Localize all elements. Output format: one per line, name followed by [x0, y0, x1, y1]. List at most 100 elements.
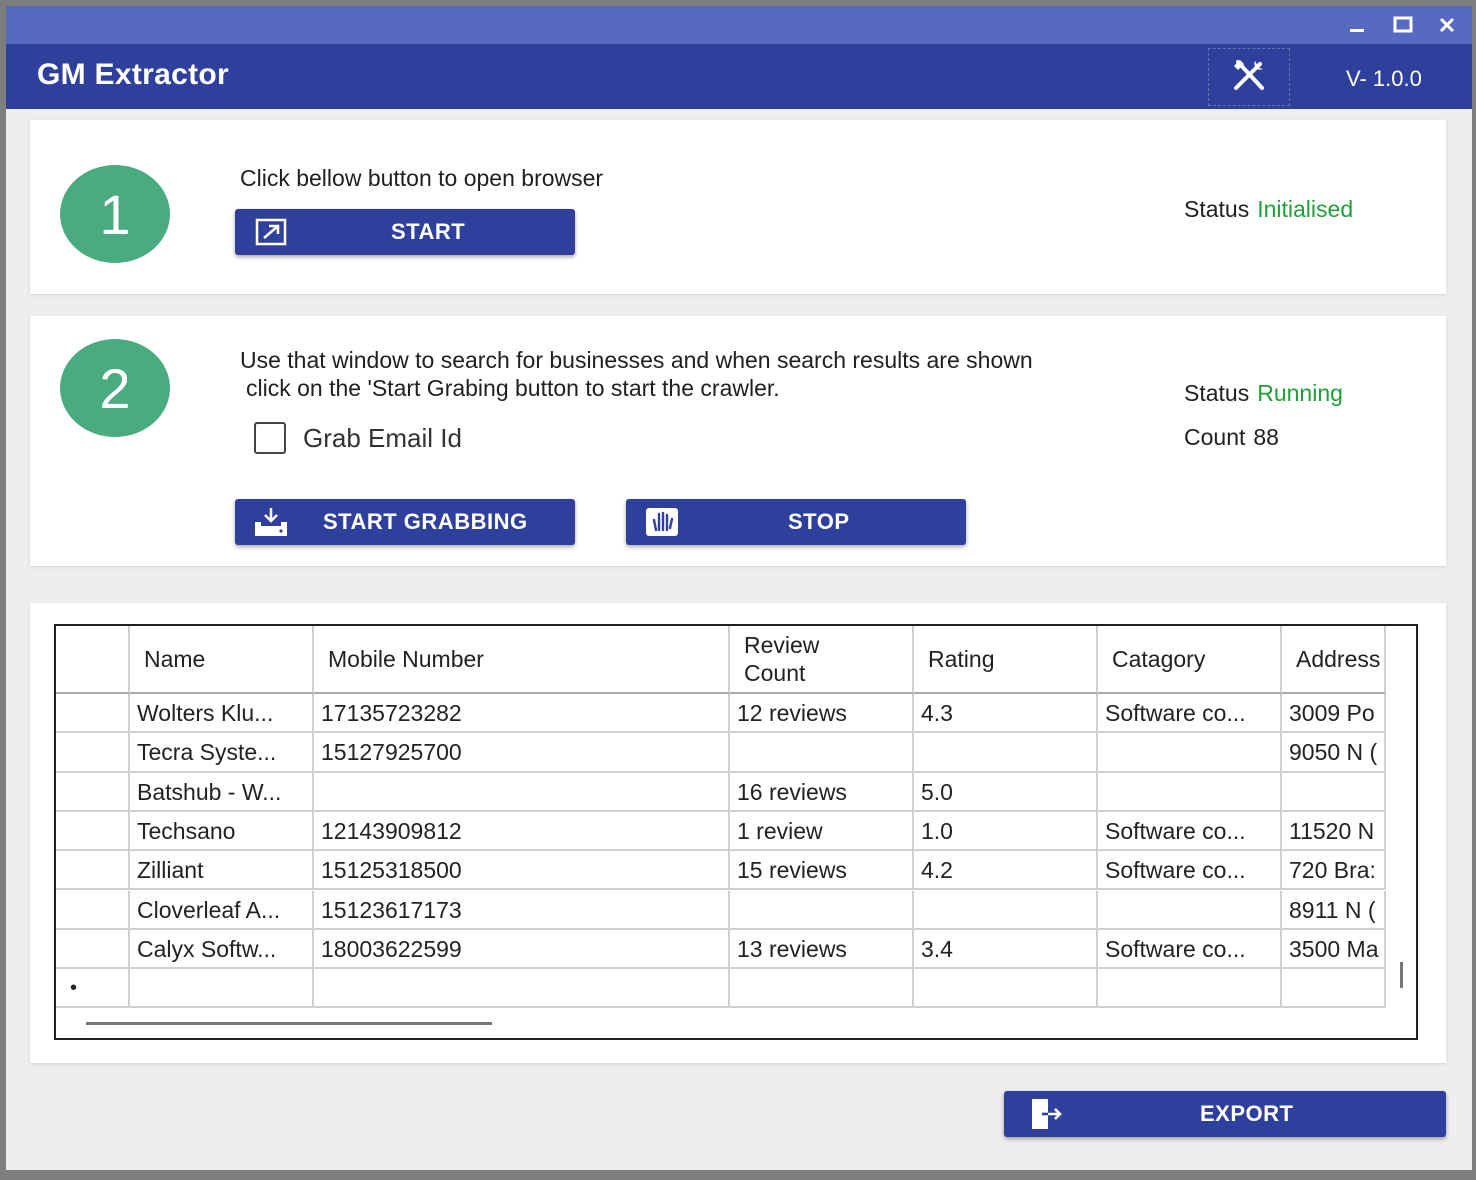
settings-button[interactable]: [1208, 48, 1290, 106]
cell-category[interactable]: Software co...: [1098, 811, 1282, 852]
window-title-bar: [6, 6, 1472, 44]
export-icon: [1026, 1099, 1066, 1129]
cell-category[interactable]: Software co...: [1098, 851, 1282, 891]
cell-row-header[interactable]: [56, 811, 130, 852]
table-row[interactable]: Tecra Syste... 15127925700 9050 N (: [56, 733, 1386, 773]
cell-rating[interactable]: [914, 969, 1098, 1009]
step1-status-value: Initialised: [1257, 196, 1354, 222]
cell-review-count[interactable]: 16 reviews: [730, 772, 914, 812]
table-row[interactable]: Wolters Klu... 17135723282 12 reviews 4.3 So…: [56, 694, 1386, 734]
start-grabbing-button[interactable]: START GRABBING: [235, 499, 575, 545]
cell-name[interactable]: Batshub - W...: [130, 772, 314, 812]
cell-mobile-number[interactable]: 15127925700: [314, 733, 730, 773]
cell-address[interactable]: 8911 N (: [1282, 890, 1386, 930]
cell-category[interactable]: [1098, 969, 1282, 1009]
cell-name[interactable]: Tecra Syste...: [130, 733, 314, 773]
cell-review-count[interactable]: [730, 890, 914, 930]
cell-review-count[interactable]: 15 reviews: [730, 851, 914, 891]
cell-mobile-number[interactable]: 17135723282: [314, 694, 730, 734]
cell-row-header[interactable]: [56, 929, 130, 970]
cell-rating[interactable]: 1.0: [914, 811, 1098, 852]
maximize-icon[interactable]: [1388, 10, 1418, 40]
cell-address[interactable]: [1282, 969, 1386, 1009]
cell-name[interactable]: [130, 969, 314, 1009]
cell-mobile-number[interactable]: 12143909812: [314, 811, 730, 852]
cell-review-count[interactable]: 13 reviews: [730, 929, 914, 970]
cell-mobile-number[interactable]: 18003622599: [314, 929, 730, 970]
cell-rating[interactable]: 3.4: [914, 929, 1098, 970]
vertical-scrollbar[interactable]: [1400, 962, 1403, 988]
cell-rating[interactable]: [914, 890, 1098, 930]
cell-rating[interactable]: 4.3: [914, 694, 1098, 734]
tools-icon: [1230, 58, 1268, 97]
column-header-row-header[interactable]: [56, 626, 130, 694]
cell-category[interactable]: [1098, 733, 1282, 773]
step2-status-label: Status: [1184, 380, 1250, 406]
cell-name[interactable]: Techsano: [130, 811, 314, 852]
app-title: GM Extractor: [37, 58, 229, 91]
cell-category[interactable]: [1098, 890, 1282, 930]
cell-row-header[interactable]: [56, 890, 130, 930]
start-grabbing-label: START GRABBING: [323, 509, 528, 534]
cell-address[interactable]: 9050 N (: [1282, 733, 1386, 773]
start-button[interactable]: START: [235, 209, 575, 255]
cell-name[interactable]: Zilliant: [130, 851, 314, 891]
column-header-address[interactable]: Address: [1282, 626, 1386, 694]
cell-name[interactable]: Wolters Klu...: [130, 694, 314, 734]
column-header-category[interactable]: Catagory: [1098, 626, 1282, 694]
cell-category[interactable]: Software co...: [1098, 694, 1282, 734]
column-header-name[interactable]: Name: [130, 626, 314, 694]
cell-name[interactable]: Cloverleaf A...: [130, 890, 314, 930]
cell-rating[interactable]: 5.0: [914, 772, 1098, 812]
count-value: 88: [1253, 424, 1279, 450]
column-header-review-count[interactable]: Review Count: [730, 626, 914, 694]
cell-row-header[interactable]: [56, 694, 130, 734]
step2-instruction-line2: click on the 'Start Grabing button to st…: [246, 375, 780, 401]
results-grid[interactable]: Name Mobile Number Review Count Rating Catag…: [54, 624, 1418, 1040]
cell-review-count[interactable]: 1 review: [730, 811, 914, 852]
cell-row-header[interactable]: [56, 851, 130, 891]
table-row[interactable]: Techsano 12143909812 1 review 1.0 Software c…: [56, 811, 1386, 852]
cell-row-header[interactable]: •: [56, 969, 130, 1009]
grab-email-label[interactable]: Grab Email Id: [303, 424, 462, 452]
step1-status: Status Initialised: [1184, 196, 1353, 223]
table-row[interactable]: Batshub - W... 16 reviews 5.0: [56, 772, 1386, 812]
cell-address[interactable]: [1282, 772, 1386, 812]
cell-address[interactable]: 11520 N: [1282, 811, 1386, 852]
cell-review-count[interactable]: 12 reviews: [730, 694, 914, 734]
close-icon[interactable]: [1432, 10, 1462, 40]
cell-row-header[interactable]: [56, 733, 130, 773]
cell-rating[interactable]: 4.2: [914, 851, 1098, 891]
cell-address[interactable]: 3500 Ma: [1282, 929, 1386, 970]
cell-name[interactable]: Calyx Softw...: [130, 929, 314, 970]
cell-review-count[interactable]: [730, 969, 914, 1009]
start-button-label: START: [391, 219, 466, 244]
hand-stop-icon: [642, 507, 682, 537]
cell-mobile-number[interactable]: 15125318500: [314, 851, 730, 891]
stop-button[interactable]: STOP: [626, 499, 966, 545]
cell-mobile-number[interactable]: [314, 772, 730, 812]
table-row[interactable]: Zilliant 15125318500 15 reviews 4.2 Software…: [56, 851, 1386, 891]
cell-mobile-number[interactable]: 15123617173: [314, 890, 730, 930]
cell-address[interactable]: 3009 Po: [1282, 694, 1386, 734]
export-label: EXPORT: [1200, 1101, 1294, 1126]
table-row[interactable]: Calyx Softw... 18003622599 13 reviews 3.4 So…: [56, 929, 1386, 970]
stop-label: STOP: [788, 509, 850, 534]
cell-category[interactable]: [1098, 772, 1282, 812]
cell-row-header[interactable]: [56, 772, 130, 812]
minimize-icon[interactable]: [1342, 10, 1372, 40]
cell-category[interactable]: Software co...: [1098, 929, 1282, 970]
column-header-rating[interactable]: Rating: [914, 626, 1098, 694]
cell-review-count[interactable]: [730, 733, 914, 773]
new-row[interactable]: •: [56, 969, 1386, 1009]
grab-email-checkbox[interactable]: [254, 422, 286, 454]
table-row[interactable]: Cloverleaf A... 15123617173 8911 N (: [56, 890, 1386, 930]
column-header-mobile-number[interactable]: Mobile Number: [314, 626, 730, 694]
cell-address[interactable]: 720 Bra:: [1282, 851, 1386, 891]
horizontal-scrollbar[interactable]: [86, 1022, 492, 1025]
download-tray-icon: [251, 507, 291, 537]
step2-card: 2 Use that window to search for business…: [30, 316, 1446, 566]
export-button[interactable]: EXPORT: [1004, 1091, 1446, 1137]
cell-mobile-number[interactable]: [314, 969, 730, 1009]
cell-rating[interactable]: [914, 733, 1098, 773]
